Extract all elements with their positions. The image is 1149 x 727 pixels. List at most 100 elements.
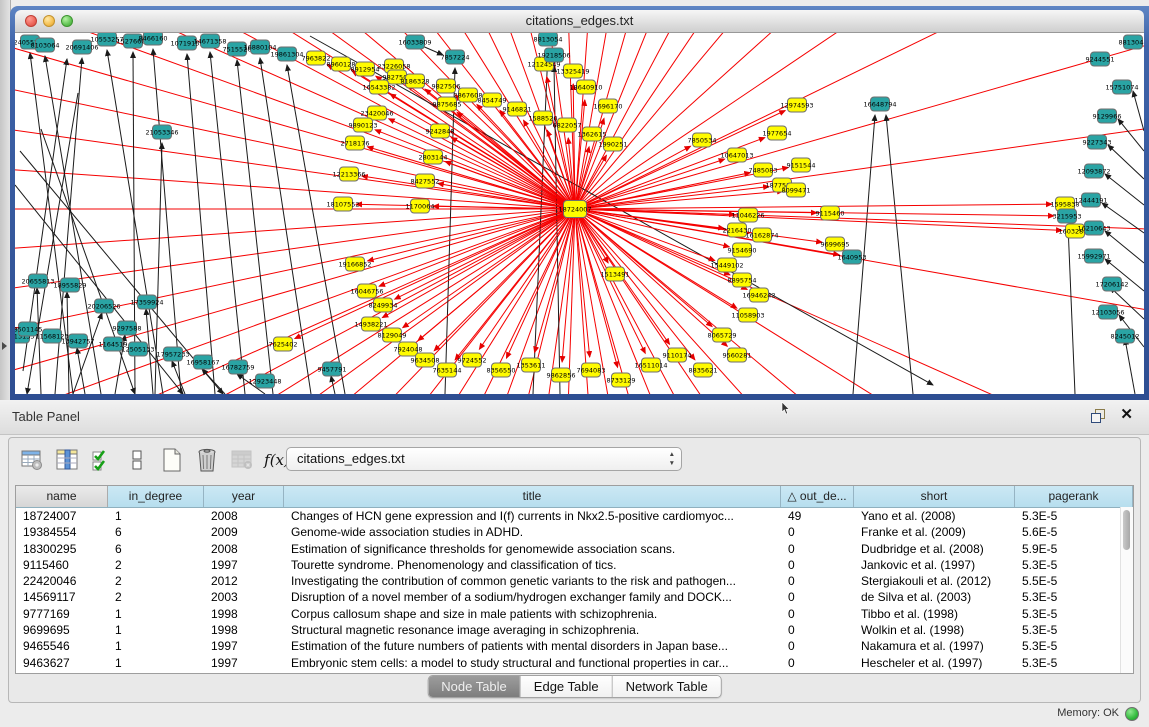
vertical-scrollbar[interactable]: [1120, 507, 1133, 673]
table-row[interactable]: 946554611997Estimation of the future num…: [16, 638, 1133, 654]
column-header-out_de[interactable]: △ out_de...: [781, 486, 854, 507]
table-panel: f(x) citations_edges.txt ▲▼ namein_degre…: [8, 437, 1141, 703]
new-table-icon[interactable]: [159, 447, 185, 473]
table-row[interactable]: 1938455462009Genome-wide association stu…: [16, 524, 1133, 540]
table-row[interactable]: 1872400712008Changes of HCN gene express…: [16, 508, 1133, 524]
graph-node-label: 8454749: [478, 96, 507, 104]
graph-node-label: 16210643: [1077, 224, 1110, 232]
graph-edge: [15, 209, 575, 272]
tab-edge-table[interactable]: Edge Table: [521, 676, 613, 697]
column-header-pagerank[interactable]: pagerank: [1015, 486, 1133, 507]
graph-node-label: 8245012: [1111, 332, 1140, 340]
table-source-dropdown[interactable]: citations_edges.txt ▲▼: [286, 447, 682, 471]
graph-node-label: 1990251: [599, 140, 628, 148]
table-row[interactable]: 1456911722003Disruption of a novel membe…: [16, 589, 1133, 605]
close-window-button[interactable]: [25, 15, 37, 27]
column-header-short[interactable]: short: [854, 486, 1015, 507]
graph-node-label: 16648794: [863, 100, 896, 108]
graph-edge: [1108, 145, 1144, 179]
graph-edge: [575, 209, 590, 357]
graph-node-label: 8356550: [487, 366, 516, 374]
table-row[interactable]: 1830029562008Estimation of significance …: [16, 541, 1133, 557]
graph-node-label: 9115460: [816, 209, 845, 217]
graph-node-label: 20655813: [21, 277, 54, 285]
column-header-name[interactable]: name: [16, 486, 108, 507]
graph-node-label: 7694083: [577, 366, 606, 374]
unselect-rows-icon[interactable]: [124, 447, 150, 473]
table-cell: 6: [108, 541, 204, 557]
table-cell: 0: [781, 638, 854, 654]
graph-edge: [331, 376, 335, 394]
table-cell: 0: [781, 541, 854, 557]
table-source-value: citations_edges.txt: [297, 451, 405, 466]
table-settings-icon[interactable]: [19, 447, 45, 473]
select-column-icon[interactable]: [54, 447, 80, 473]
table-cell: 1997: [204, 655, 284, 671]
graph-node-label: 18107552: [326, 200, 359, 208]
minimize-window-button[interactable]: [43, 15, 55, 27]
graph-node-label: 8912954: [351, 65, 380, 73]
table-cell: 5.3E-5: [1015, 638, 1133, 654]
graph-node-label: 2718176: [341, 139, 370, 147]
graph-node-label: 9890123: [349, 121, 378, 129]
graph-edge: [77, 348, 85, 394]
network-canvas[interactable]: 1872400779638228960128891295423226058982…: [15, 33, 1144, 394]
graph-node-label: 15449102: [710, 261, 743, 269]
graph-edge: [15, 209, 575, 334]
table-row[interactable]: 911546021997Tourette syndrome. Phenomeno…: [16, 557, 1133, 573]
graph-node-label: 9146821: [503, 105, 532, 113]
table-cell: 5.3E-5: [1015, 508, 1133, 524]
graph-node-label: 8813054: [534, 35, 563, 43]
table-row[interactable]: 969969511998Structural magnetic resonanc…: [16, 622, 1133, 638]
graph-node-label: 1696170: [594, 102, 623, 110]
delete-table-icon[interactable]: [194, 447, 220, 473]
graph-node-label: 19166852: [338, 260, 371, 268]
table-cell: 2: [108, 589, 204, 605]
select-all-rows-icon[interactable]: [89, 447, 115, 473]
graph-node-label: 7625402: [269, 340, 298, 348]
graph-edge: [1133, 91, 1144, 131]
zoom-window-button[interactable]: [61, 15, 73, 27]
tab-node-table[interactable]: Node Table: [428, 676, 521, 697]
graph-node-label: 6822057: [553, 121, 582, 129]
network-window-titlebar[interactable]: citations_edges.txt: [15, 10, 1144, 33]
graph-node-label: 2216430: [723, 226, 752, 234]
column-header-in_degree[interactable]: in_degree: [108, 486, 204, 507]
table-cell: 2008: [204, 541, 284, 557]
table-cell: 1: [108, 638, 204, 654]
close-panel-icon[interactable]: ✕: [1120, 406, 1133, 424]
table-cell: 9115460: [16, 557, 108, 573]
column-header-title[interactable]: title: [284, 486, 781, 507]
table-cell: Genome-wide association studies in ADHD.: [284, 524, 781, 540]
table-row[interactable]: 946362711997Embryonic stem cells: a mode…: [16, 655, 1133, 671]
table-cell: 2003: [204, 589, 284, 605]
tab-network-table[interactable]: Network Table: [613, 676, 721, 697]
table-cell: 9699695: [16, 622, 108, 638]
table-row[interactable]: 2242004622012Investigating the contribut…: [16, 573, 1133, 589]
memory-ok-led-icon[interactable]: [1125, 707, 1139, 721]
graph-node-label: 12093872: [1077, 167, 1110, 175]
table-cell: 18300295: [16, 541, 108, 557]
table-cell: 9465546: [16, 638, 108, 654]
panel-expand-arrow-icon[interactable]: [2, 342, 7, 350]
scrollbar-thumb[interactable]: [1123, 510, 1130, 550]
graph-node-label: 21053346: [145, 128, 178, 136]
table-cell: 5.9E-5: [1015, 541, 1133, 557]
table-cell: 0: [781, 606, 854, 622]
table-cell: 9463627: [16, 655, 108, 671]
table-row[interactable]: 977716911998Corpus callosum shape and si…: [16, 606, 1133, 622]
table-cell: 5.3E-5: [1015, 606, 1133, 622]
graph-node-label: 23226058: [377, 62, 410, 70]
graph-node-label: 7857224: [441, 53, 470, 61]
graph-edge: [575, 33, 1144, 209]
table-cell: Yano et al. (2008): [854, 508, 1015, 524]
table-cell: Jankovic et al. (1997): [854, 557, 1015, 573]
graph-node-label: 8733129: [607, 376, 636, 384]
graph-edge: [575, 209, 712, 327]
table-cell: 5.3E-5: [1015, 655, 1133, 671]
graph-node-label: 1362615: [578, 130, 607, 138]
graph-node-label: 7850534: [688, 136, 717, 144]
graph-edge: [575, 209, 727, 346]
column-header-year[interactable]: year: [204, 486, 284, 507]
float-panel-icon[interactable]: [1091, 409, 1105, 423]
